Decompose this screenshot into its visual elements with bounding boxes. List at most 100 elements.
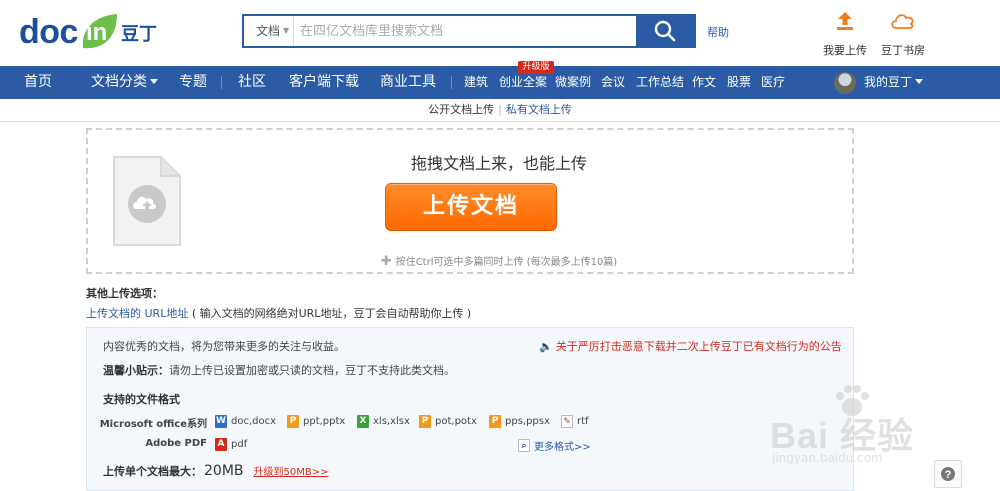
format-pdf-text: pdf [231,439,248,450]
nav-divider [451,76,452,89]
format-doc-text: doc,docx [231,416,277,427]
pdf-format-label: Adobe PDF [145,438,207,449]
pdf-icon: A [215,438,227,451]
more-formats-link: 更多格式>> [534,442,591,453]
speaker-icon: 🔈 [539,340,553,353]
search-type-dropdown[interactable]: 文档 ▼ [244,16,294,46]
tab-separator: | [498,103,502,116]
rtf-icon: ✎ [561,415,573,428]
nav-my-docin-label: 我的豆丁 [864,75,913,89]
drag-title: 拖拽文档上来，也能上传 [410,154,587,173]
upload-drop-zone[interactable]: 拖拽文档上来，也能上传 上传文档 ✚ 按住Ctrl可选中多篇同时上传 (每次最多上… [86,128,854,274]
warm-tip-label: 温馨小贴示： [103,364,169,377]
chevron-down-icon: ▼ [283,26,290,35]
docin-logo[interactable]: doc in 豆丁 [19,8,157,52]
upload-entry-label: 我要上传 [823,44,867,57]
search-type-label: 文档 [256,24,281,38]
upload-entry[interactable]: 我要上传 [815,10,875,58]
info-benefit-text: 内容优秀的文档，将为您带来更多的关注与收益。 [103,340,345,353]
tab-private-upload[interactable]: 私有文档上传 [506,103,572,116]
cloud-icon [891,14,914,29]
info-box: 内容优秀的文档，将为您带来更多的关注与收益。 🔈 关于严厉打击恶意下载并二次上传豆… [86,327,854,491]
nav-divider [221,76,222,89]
powerpoint-icon: P [287,415,299,428]
format-rtf: ✎ rtf [561,415,589,428]
plus-icon: ✚ [380,254,392,269]
other-options-title: 其他上传选项： [86,287,163,300]
baidu-jingyan-watermark: Bai 经验 jingyan.baidu.com [770,383,950,473]
powerpoint-show-icon: P [489,415,501,428]
upload-document-button[interactable]: 上传文档 [385,183,557,231]
caret-down-icon [150,78,158,84]
upgrade-size-link[interactable]: 升级到50MB>> [254,463,329,478]
format-doc: Wdoc,docx [215,415,276,428]
nav-link-essay[interactable]: 作文 [692,66,716,99]
nav-my-docin[interactable]: 我的豆丁 [864,66,924,99]
nav-link-stock[interactable]: 股票 [727,66,751,99]
max-size-label: 上传单个文档最大： [103,465,202,478]
excel-icon: X [357,415,369,428]
header: doc in 豆丁 文档 ▼ 帮助 我要上传 [0,0,1000,66]
floating-help-button[interactable]: ? [934,460,962,488]
question-icon: ? [941,467,955,481]
nav-category[interactable]: 文档分类 [91,66,158,99]
format-pot-text: pot,potx [435,416,477,427]
nav-topic[interactable]: 专题 [179,66,207,99]
nav-category-label: 文档分类 [91,74,147,90]
upload-type-tabs: 公开文档上传 | 私有文档上传 [0,99,1000,122]
formats-title: 支持的文件格式 [103,393,180,406]
format-pps: Ppps,ppsx [489,415,550,428]
url-upload-desc: ( 输入文档的网络绝对URL地址，豆丁会自动帮助你上传 ) [191,307,472,320]
nav-link-medical[interactable]: 医疗 [761,66,785,99]
nav-link-case[interactable]: 微案例 [555,66,591,99]
nav-client-download[interactable]: 客户端下载 [289,66,359,99]
format-ppt-text: ppt,pptx [303,416,346,427]
multi-upload-tip: ✚ 按住Ctrl可选中多篇同时上传 (每次最多上传10篇) [88,253,852,269]
svg-text:?: ? [945,469,952,481]
format-pps-text: pps,ppsx [505,416,550,427]
avatar[interactable] [834,72,856,94]
search-box: 文档 ▼ [242,14,696,48]
url-upload-line: 上传文档的 URL地址 ( 输入文档的网络绝对URL地址，豆丁会自动帮助你上传 … [86,305,471,321]
caret-down-icon [915,79,924,84]
logo-leaf-icon: in [79,12,119,52]
format-ppt: Pppt,pptx [287,415,345,428]
warm-tip-text: 请勿上传已设置加密或只读的文档，豆丁不支持此类文档。 [169,364,455,377]
format-xls-text: xls,xlsx [373,416,410,427]
more-formats[interactable]: ⌕ 更多格式>> [518,438,591,453]
nav-link-meeting[interactable]: 会议 [601,66,625,99]
anti-abuse-notice[interactable]: 🔈 关于严厉打击恶意下载并二次上传豆丁已有文档行为的公告 [539,338,842,354]
anti-abuse-notice-text: 关于严厉打击恶意下载并二次上传豆丁已有文档行为的公告 [555,340,842,353]
nav-community[interactable]: 社区 [238,66,266,99]
format-rtf-text: rtf [577,416,589,427]
logo-doc-text: doc [19,13,78,51]
multi-upload-tip-text: 按住Ctrl可选中多篇同时上传 (每次最多上传10篇) [395,257,618,268]
nav-link-architecture[interactable]: 建筑 [464,66,488,99]
search-button[interactable] [636,16,694,46]
office-format-label: Microsoft office系列 [99,419,207,430]
logo-in-text: in [85,19,108,46]
format-pdf: Apdf [215,438,247,451]
nav-link-work-summary[interactable]: 工作总结 [636,66,684,99]
help-link[interactable]: 帮助 [707,24,729,40]
bookstore-entry[interactable]: 豆丁书房 [873,10,933,58]
max-size-value: 20MB [204,463,244,479]
word-icon: W [215,415,227,428]
upgrade-badge: 升级版 [518,61,554,74]
url-upload-link[interactable]: 上传文档的 URL地址 [86,307,188,320]
search-icon [654,20,676,42]
bookstore-entry-label: 豆丁书房 [881,44,925,57]
warm-tip: 温馨小贴示：请勿上传已设置加密或只读的文档，豆丁不支持此类文档。 [103,362,455,378]
nav-home[interactable]: 首页 [24,66,52,99]
search-input[interactable] [294,16,636,46]
upload-icon [837,12,853,30]
tab-public-upload[interactable]: 公开文档上传 [428,103,494,116]
powerpoint-template-icon: P [419,415,431,428]
nav-business-tools[interactable]: 商业工具 [380,66,436,99]
logo-cn-text: 豆丁 [120,24,157,45]
max-size-line: 上传单个文档最大： 20MB 升级到50MB>> [103,463,328,479]
format-pot: Ppot,potx [419,415,477,428]
watermark-url: jingyan.baidu.com [772,451,883,465]
magnifier-doc-icon: ⌕ [518,439,530,452]
format-xls: Xxls,xlsx [357,415,410,428]
